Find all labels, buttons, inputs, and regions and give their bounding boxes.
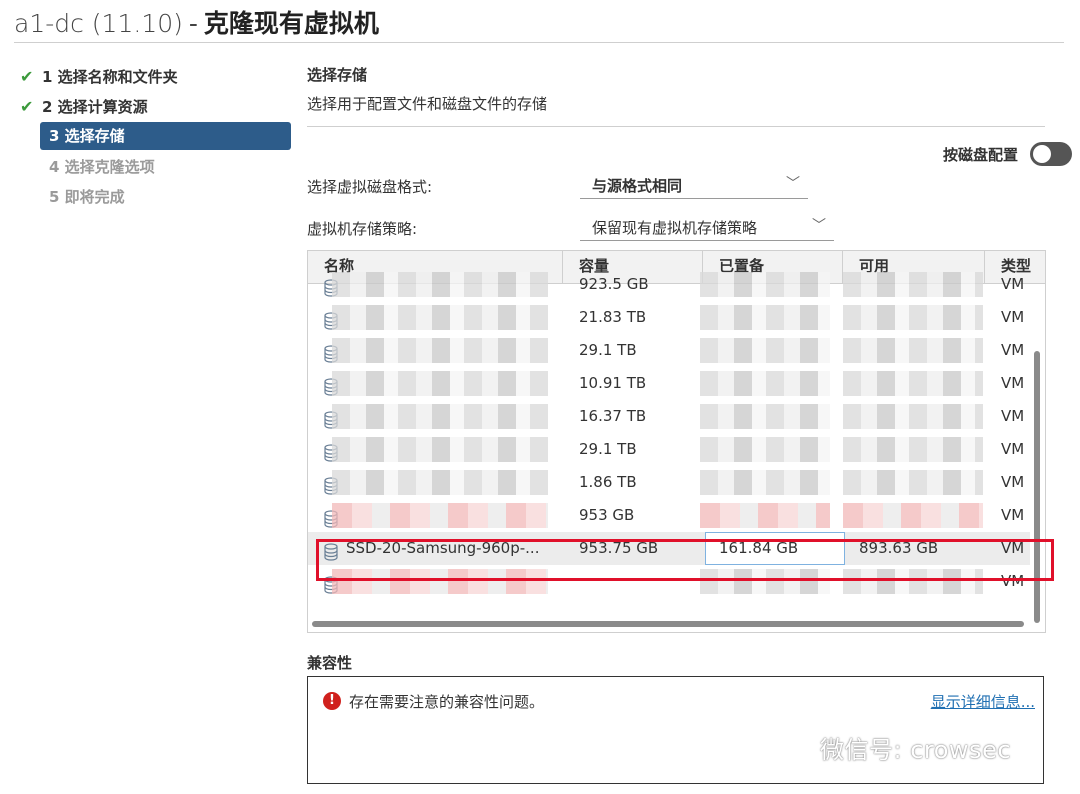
section-title: 选择存储 [307, 66, 368, 84]
check-icon: ✔ [20, 67, 34, 86]
policy-label: 虚拟机存储策略: [307, 220, 418, 238]
page-title: 克隆现有虚拟机 [203, 9, 379, 38]
check-icon: ✔ [20, 97, 34, 116]
datastore-type-cell: VM [1001, 341, 1025, 359]
storage-panel: 选择存储 选择用于配置文件和磁盘文件的存储 [307, 64, 1045, 127]
datastore-row[interactable]: 10.91 TB VM [308, 367, 1030, 400]
datastore-free-cell [843, 400, 985, 433]
section-subtitle: 选择用于配置文件和磁盘文件的存储 [307, 95, 548, 113]
chevron-down-icon: ﹀ [812, 218, 826, 234]
step-select-storage[interactable]: 3 选择存储 [40, 122, 291, 150]
datastore-free-cell [843, 433, 985, 466]
scrollbar-thumb[interactable] [1034, 351, 1040, 623]
datastore-capacity-cell: 29.1 TB [579, 440, 637, 458]
datastore-capacity-cell: 10.91 TB [579, 374, 647, 392]
step-label: 2 选择计算资源 [42, 98, 148, 116]
datastore-capacity-cell: 29.1 TB [579, 341, 637, 359]
redacted-name [332, 338, 548, 363]
compatibility-label: 兼容性 [307, 654, 353, 672]
datastore-free-cell [843, 301, 985, 334]
section-divider [307, 126, 1045, 127]
horizontal-scrollbar[interactable] [312, 621, 1024, 627]
datastore-capacity-cell: 953 GB [579, 506, 635, 524]
redacted-name [332, 470, 548, 495]
datastore-type-cell: VM [1001, 506, 1025, 524]
storage-policy-value: 保留现有虚拟机存储策略 [592, 219, 758, 237]
datastore-provisioned-cell [703, 466, 843, 499]
datastore-free-cell [843, 268, 985, 301]
disk-format-value: 与源格式相同 [592, 177, 683, 195]
step-select-clone-options: 4 选择克隆选项 [20, 152, 284, 182]
redacted-name [332, 503, 548, 528]
show-details-link[interactable]: 显示详细信息... [931, 691, 1035, 712]
datastore-type-cell: VM [1001, 473, 1025, 491]
storage-policy-select[interactable]: 保留现有虚拟机存储策略 ﹀ [580, 214, 834, 241]
per-disk-config: 按磁盘配置 [943, 142, 1072, 166]
datastore-type-cell: VM [1001, 374, 1025, 392]
datastore-row[interactable]: 953 GB VM [308, 499, 1030, 532]
datastore-provisioned-cell [703, 268, 843, 301]
datastore-provisioned-cell [703, 499, 843, 532]
step-ready-to-complete: 5 即将完成 [20, 182, 284, 212]
title-divider [14, 42, 1064, 43]
datastore-row[interactable]: 21.83 TB VM [308, 301, 1030, 334]
step-label: 5 即将完成 [49, 188, 125, 206]
chevron-down-icon: ﹀ [786, 176, 800, 192]
per-disk-toggle[interactable] [1030, 142, 1072, 166]
datastore-row[interactable]: 923.5 GB VM [308, 268, 1030, 301]
datastore-provisioned-cell [703, 433, 843, 466]
datastore-capacity-cell: 1.86 TB [579, 473, 637, 491]
datastore-provisioned-cell [703, 400, 843, 433]
datastore-free-cell [843, 466, 985, 499]
redacted-name [332, 305, 548, 330]
title-separator: - [188, 9, 198, 38]
datastore-capacity-cell: 923.5 GB [579, 275, 649, 293]
datastore-type-cell: VM [1001, 407, 1025, 425]
datastore-provisioned-cell [703, 334, 843, 367]
highlight-box [316, 539, 1054, 581]
disk-format-select[interactable]: 与源格式相同 ﹀ [580, 172, 808, 199]
datastore-type-cell: VM [1001, 308, 1025, 326]
watermark: 微信号: crowsec [820, 736, 1012, 764]
step-select-name-folder[interactable]: ✔ 1 选择名称和文件夹 [20, 62, 284, 92]
datastore-provisioned-cell [703, 367, 843, 400]
redacted-name [332, 272, 548, 297]
wizard-title: a1-dc (11.10) - 克隆现有虚拟机 [14, 4, 379, 38]
datastore-free-cell [843, 334, 985, 367]
compatibility-message: 存在需要注意的兼容性问题。 [349, 693, 545, 711]
wizard-steps: ✔ 1 选择名称和文件夹 ✔ 2 选择计算资源 3 选择存储 4 选择克隆选项 … [20, 62, 291, 212]
step-label: 1 选择名称和文件夹 [42, 68, 178, 86]
datastore-row[interactable]: 16.37 TB VM [308, 400, 1030, 433]
datastore-type-cell: VM [1001, 440, 1025, 458]
datastore-free-cell [843, 367, 985, 400]
redacted-name [332, 371, 548, 396]
datastore-free-cell [843, 499, 985, 532]
vm-name: a1-dc (11.10) [14, 9, 183, 38]
step-label: 3 选择存储 [49, 127, 125, 145]
datastore-row[interactable]: 29.1 TB VM [308, 334, 1030, 367]
step-select-compute-resource[interactable]: ✔ 2 选择计算资源 [20, 92, 284, 122]
error-icon: ! [323, 692, 341, 710]
toggle-knob [1033, 145, 1051, 163]
redacted-name [332, 437, 548, 462]
datastore-provisioned-cell [703, 301, 843, 334]
datastore-capacity-cell: 21.83 TB [579, 308, 647, 326]
datastore-capacity-cell: 16.37 TB [579, 407, 647, 425]
datastore-row[interactable]: 29.1 TB VM [308, 433, 1030, 466]
redacted-name [332, 404, 548, 429]
disk-format-label: 选择虚拟磁盘格式: [307, 178, 433, 196]
datastore-type-cell: VM [1001, 275, 1025, 293]
per-disk-label: 按磁盘配置 [942, 145, 1018, 164]
step-label: 4 选择克隆选项 [49, 158, 155, 176]
datastore-row[interactable]: 1.86 TB VM [308, 466, 1030, 499]
